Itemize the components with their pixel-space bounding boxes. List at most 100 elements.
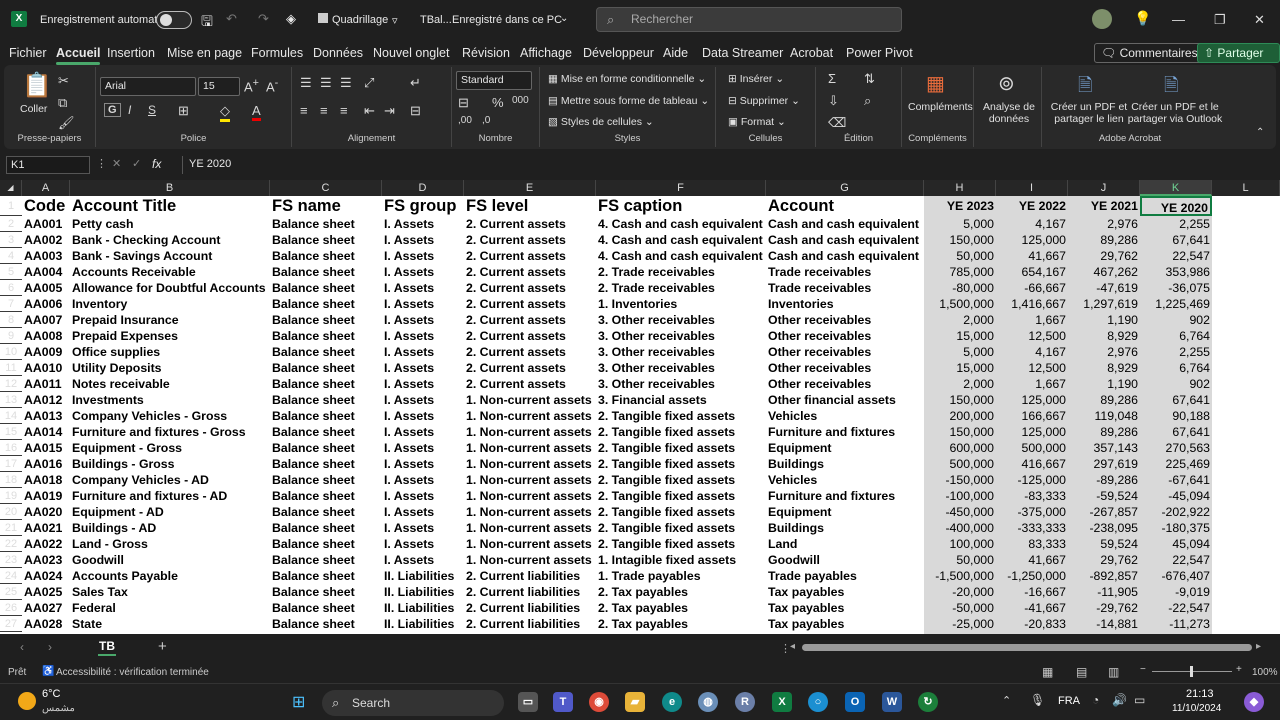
table-cell[interactable]: 150,000 [924,232,996,248]
table-cell[interactable]: 67,641 [1140,392,1212,408]
row-header-7[interactable]: 7 [0,296,22,312]
table-cell[interactable]: Balance sheet [270,408,382,424]
pdf-outlook-icon[interactable]: 🗎 [1164,73,1178,103]
table-cell[interactable]: 89,286 [1068,392,1140,408]
table-cell[interactable]: AA021 [22,520,70,536]
row-header-9[interactable]: 9 [0,328,22,344]
table-cell[interactable]: 90,188 [1140,408,1212,424]
table-cell[interactable]: -238,095 [1068,520,1140,536]
table-cell[interactable]: -25,000 [924,616,996,632]
header-cell[interactable]: YE 2021 [1068,196,1140,216]
row-header-11[interactable]: 11 [0,360,22,376]
autosum-icon[interactable]: Σ [828,71,836,86]
table-cell[interactable]: 41,667 [996,248,1068,264]
row-header-4[interactable]: 4 [0,248,22,264]
table-cell[interactable]: Equipment [766,440,924,456]
table-cell[interactable]: Balance sheet [270,440,382,456]
minimize-icon[interactable]: — [1172,12,1185,27]
tab-accueil[interactable]: Accueil [56,46,101,65]
increase-indent-icon[interactable]: ⇥ [384,103,395,119]
header-cell[interactable]: Code [22,196,70,216]
table-cell[interactable]: AA020 [22,504,70,520]
row-header-12[interactable]: 12 [0,376,22,392]
table-cell[interactable]: 2. Tangible fixed assets [596,504,766,520]
table-cell[interactable]: Equipment - Gross [70,440,270,456]
table-cell[interactable]: -1,250,000 [996,568,1068,584]
tab-donnees[interactable]: Données [313,46,363,60]
table-cell[interactable]: 1. Intagible fixed assets [596,552,766,568]
table-cell[interactable]: I. Assets [382,424,464,440]
table-cell[interactable]: 2. Current assets [464,264,596,280]
copy-icon[interactable]: ⧉ [58,95,67,111]
table-cell[interactable]: Trade payables [766,568,924,584]
table-cell[interactable]: Balance sheet [270,456,382,472]
header-cell[interactable]: FS name [270,196,382,216]
table-cell[interactable]: 119,048 [1068,408,1140,424]
table-cell[interactable]: 1. Non-current assets [464,488,596,504]
table-cell[interactable]: 3. Other receivables [596,328,766,344]
table-cell[interactable]: Investments [70,392,270,408]
tab-aide[interactable]: Aide [663,46,688,60]
table-cell[interactable]: -80,000 [924,280,996,296]
align-left-icon[interactable]: ≡ [300,103,308,118]
table-cell[interactable]: 1,190 [1068,312,1140,328]
table-cell[interactable]: 1,225,469 [1140,296,1212,312]
fill-icon[interactable]: ⇩ [828,93,839,109]
percent-icon[interactable]: % [492,95,504,110]
table-cell[interactable]: 2. Current assets [464,328,596,344]
table-cell[interactable]: Trade receivables [766,264,924,280]
table-cell[interactable]: II. Liabilities [382,600,464,616]
outlook-icon[interactable]: O [845,692,865,712]
excel-taskbar-icon[interactable]: X [772,692,792,712]
table-cell[interactable]: 1,667 [996,312,1068,328]
table-cell[interactable]: 4. Cash and cash equivalent [596,216,766,232]
table-cell[interactable]: 150,000 [924,392,996,408]
row-header-2[interactable]: 2 [0,216,22,232]
table-cell[interactable]: Balance sheet [270,424,382,440]
table-cell[interactable]: 1. Trade payables [596,568,766,584]
table-cell[interactable]: 1. Non-current assets [464,472,596,488]
row-header-8[interactable]: 8 [0,312,22,328]
tab-data-streamer[interactable]: Data Streamer [702,46,783,60]
table-cell[interactable]: Land - Gross [70,536,270,552]
table-cell[interactable]: 100,000 [924,536,996,552]
weather-icon[interactable] [18,692,36,710]
table-cell[interactable]: Other receivables [766,312,924,328]
table-cell[interactable]: Petty cash [70,216,270,232]
table-cell[interactable]: -66,667 [996,280,1068,296]
table-cell[interactable]: AA002 [22,232,70,248]
table-cell[interactable]: 50,000 [924,248,996,264]
table-cell[interactable]: 2. Current assets [464,280,596,296]
table-cell[interactable]: -150,000 [924,472,996,488]
table-cell[interactable]: AA012 [22,392,70,408]
collapse-ribbon-icon[interactable]: ⌃ [1256,127,1264,138]
table-cell[interactable]: 2. Tangible fixed assets [596,456,766,472]
volume-icon[interactable]: 🔊 [1112,693,1127,707]
table-cell[interactable]: 6,764 [1140,328,1212,344]
table-cell[interactable]: Buildings - Gross [70,456,270,472]
tab-acrobat[interactable]: Acrobat [790,46,833,60]
table-cell[interactable]: Balance sheet [270,584,382,600]
header-cell[interactable]: YE 2022 [996,196,1068,216]
table-cell[interactable]: 2. Current assets [464,344,596,360]
table-cell[interactable]: 2. Trade receivables [596,264,766,280]
more-icon[interactable]: ⋮ [96,157,107,170]
table-cell[interactable]: 3. Other receivables [596,360,766,376]
orientation-icon[interactable]: ⤢ [364,75,374,91]
table-cell[interactable]: Vehicles [766,472,924,488]
row-header-21[interactable]: 21 [0,520,22,536]
table-cell[interactable]: 1,500,000 [924,296,996,312]
table-cell[interactable]: 45,094 [1140,536,1212,552]
table-cell[interactable]: 1. Non-current assets [464,408,596,424]
table-cell[interactable]: AA025 [22,584,70,600]
header-cell[interactable]: YE 2023 [924,196,996,216]
refresh-app-icon[interactable]: ↻ [918,692,938,712]
table-cell[interactable]: 2. Current assets [464,376,596,392]
chrome-icon[interactable]: ◉ [589,692,609,712]
table-cell[interactable]: 1. Non-current assets [464,440,596,456]
table-cell[interactable]: Furniture and fixtures [766,488,924,504]
table-cell[interactable]: 2. Tangible fixed assets [596,408,766,424]
save-icon[interactable]: 🖫 [201,11,213,35]
delete-button[interactable]: ⊟ Supprimer ⌄ [728,95,800,107]
column-header-b[interactable]: B [70,180,270,196]
